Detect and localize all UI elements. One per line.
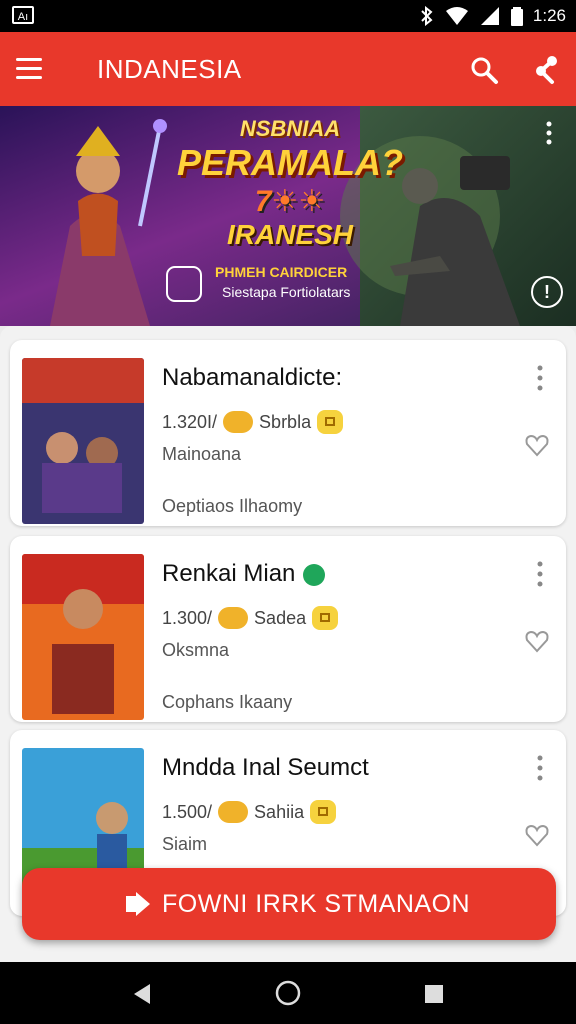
game-title: Renkai Mian [162,560,326,588]
system-nav-bar [0,962,576,1024]
status-bar: Aı 1:26 [0,0,576,32]
menu-button[interactable] [16,54,50,84]
wifi-icon [445,7,468,25]
game-options: Oeptiaos Ilhaomy [162,496,303,516]
emoji-icon [218,607,249,629]
game-category: Mainoana [162,444,242,464]
banner-subtitle-2: Siestapa Fortiolatars [222,284,351,300]
back-icon[interactable] [130,982,154,1006]
game-thumbnail [22,554,144,720]
game-tag: Sahiia [254,801,305,822]
game-list: Nabamanaldicte: 1.320I/ Sbrbla Mainoana … [0,326,576,962]
game-title: Nabamanaldicte: [162,364,343,391]
emoji-icon [223,411,254,433]
game-title: Mndda Inal Seumct [162,754,369,781]
game-category: Oksmna [162,640,230,660]
menu-icon-bar [16,67,42,70]
game-count: 1.320I/ [162,411,218,432]
download-button[interactable]: FOWNI IRRK STMANAON [22,868,556,940]
app-title: INDANESIA [97,54,242,84]
clock: 1:26 [532,6,566,25]
banner-headline-2: PERAMALA? [177,142,403,183]
game-count: 1.500/ [162,801,213,822]
game-card[interactable]: Nabamanaldicte: 1.320I/ Sbrbla Mainoana … [10,340,566,526]
more-vert-icon[interactable] [532,560,548,588]
more-vert-icon[interactable] [532,754,548,782]
menu-icon [16,58,42,61]
game-category: Siaim [162,834,208,854]
download-label: FOWNI IRRK STMANAON [162,890,471,918]
game-thumbnail [22,358,144,524]
game-options: Cophans Ikaany [162,692,293,712]
badge-icon [312,606,339,630]
signal-icon [480,7,499,25]
game-card[interactable]: Renkai Mian 1.300/ Sadea Oksmna Cophans … [10,536,566,722]
share-icon[interactable] [528,54,560,86]
heart-icon[interactable] [524,628,550,654]
banner-headline-3: 7☀☀ [254,185,326,218]
more-vert-icon[interactable] [540,120,558,146]
featured-banner[interactable]: NSBNIAA PERAMALA? 7☀☀ IRANESH PHMEH CAIR… [0,106,576,326]
heart-icon[interactable] [524,822,550,848]
more-vert-icon[interactable] [532,364,548,392]
arrow-right-icon [126,892,150,916]
heart-icon[interactable] [524,432,550,458]
game-tag: Sadea [254,607,307,628]
menu-icon-bar [16,76,42,79]
emoji-icon [218,801,249,823]
banner-subtitle: PHMEH CAIRDICER [215,264,348,280]
banner-badge-icon [166,266,202,302]
badge-icon [310,800,337,824]
game-tag: Sbrbla [259,411,312,432]
info-icon[interactable]: ! [531,276,563,308]
battery-icon [510,7,523,26]
game-count: 1.300/ [162,607,213,628]
search-icon[interactable] [468,54,500,86]
bluetooth-icon [421,6,433,26]
recent-apps-icon[interactable] [422,982,446,1006]
banner-headline-4: IRANESH [226,219,353,250]
home-icon[interactable] [275,980,301,1006]
banner-headline-1: NSBNIAA [239,116,341,141]
game-title-text: Renkai Mian [162,560,296,587]
badge-icon [317,410,344,434]
app-bar: INDANESIA [0,32,576,106]
verified-icon [303,563,326,586]
app-notification-icon: Aı [12,6,34,24]
